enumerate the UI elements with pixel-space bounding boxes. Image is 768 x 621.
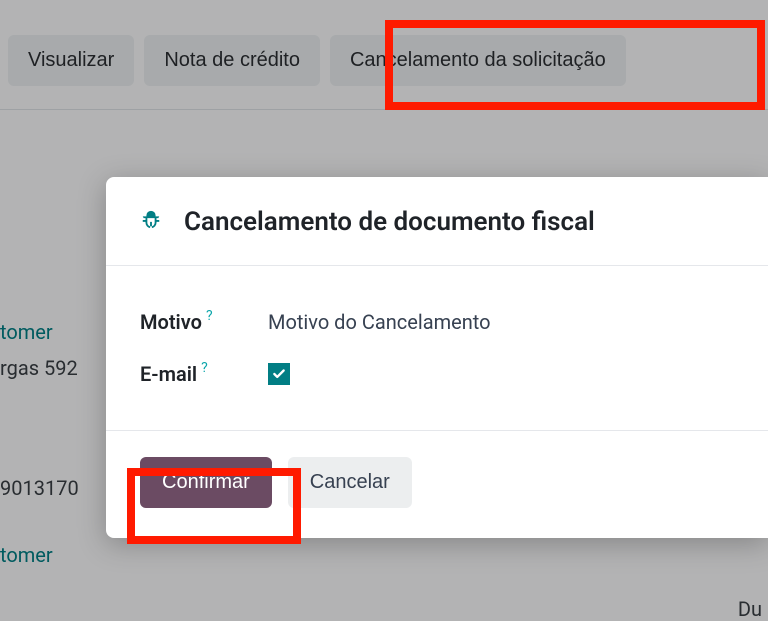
email-label-text: E-mail: [140, 362, 197, 386]
motivo-value[interactable]: Motivo do Cancelamento: [268, 310, 491, 334]
modal-body: Motivo ? Motivo do Cancelamento E-mail ?: [106, 266, 768, 430]
email-row: E-mail ?: [140, 362, 734, 386]
help-icon[interactable]: ?: [201, 360, 208, 376]
help-icon[interactable]: ?: [206, 308, 213, 324]
motivo-label: Motivo ?: [140, 310, 268, 334]
modal-header: Cancelamento de documento fiscal: [106, 177, 768, 266]
motivo-row: Motivo ? Motivo do Cancelamento: [140, 310, 734, 334]
modal-title: Cancelamento de documento fiscal: [184, 207, 595, 237]
modal-footer: Confirmar Cancelar: [106, 430, 768, 538]
cancel-document-modal: Cancelamento de documento fiscal Motivo …: [106, 177, 768, 538]
confirm-button[interactable]: Confirmar: [140, 457, 272, 508]
cancel-button[interactable]: Cancelar: [288, 457, 412, 508]
email-checkbox[interactable]: [268, 363, 290, 385]
motivo-label-text: Motivo: [140, 310, 202, 334]
email-label: E-mail ?: [140, 362, 268, 386]
bug-icon: [140, 209, 162, 235]
